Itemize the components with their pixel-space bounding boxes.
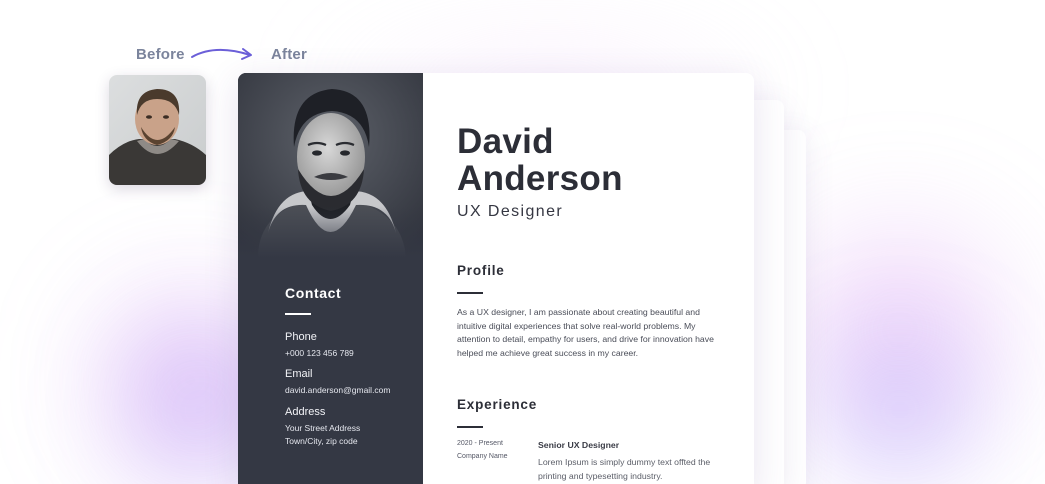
experience-heading: Experience: [457, 397, 538, 412]
before-photo: [109, 75, 206, 185]
experience-company: Company Name: [457, 453, 508, 460]
email-value: david.anderson@gmail.com: [285, 385, 391, 395]
email-field: Email david.anderson@gmail.com: [285, 368, 391, 397]
email-label: Email: [285, 368, 313, 380]
resume-sidebar: Contact Phone +000 123 456 789 Email dav…: [238, 73, 423, 484]
address-line-1: Your Street Address: [285, 423, 361, 433]
profile-divider: [457, 292, 483, 294]
address-label: Address: [285, 406, 326, 418]
phone-value: +000 123 456 789: [285, 348, 354, 358]
glow-right-secondary: [790, 330, 1010, 484]
profile-text: As a UX designer, I am passionate about …: [457, 307, 714, 358]
phone-label: Phone: [285, 331, 317, 343]
job-title: UX Designer: [457, 203, 564, 220]
before-label: Before: [136, 46, 185, 63]
first-name: David: [457, 122, 554, 161]
resume-card: Contact Phone +000 123 456 789 Email dav…: [238, 73, 754, 484]
experience-role: Senior UX Designer: [538, 440, 620, 450]
last-name: Anderson: [457, 159, 623, 198]
contact-section: Contact: [285, 285, 341, 315]
address-line-2: Town/City, zip code: [285, 436, 358, 446]
profile-heading: Profile: [457, 263, 505, 278]
experience-date: 2020 - Present: [457, 440, 503, 447]
address-field: Address Your Street Address Town/City, z…: [285, 406, 360, 448]
portrait-photo: [238, 73, 423, 258]
contact-heading: Contact: [285, 285, 342, 301]
curved-arrow-icon: [191, 48, 252, 60]
phone-field: Phone +000 123 456 789: [285, 331, 354, 360]
experience-divider: [457, 426, 483, 428]
after-label: After: [271, 46, 308, 63]
resume-name: David Anderson: [457, 123, 623, 197]
contact-divider: [285, 313, 311, 315]
experience-description: Lorem Ipsum is simply dummy text offted …: [538, 457, 711, 481]
